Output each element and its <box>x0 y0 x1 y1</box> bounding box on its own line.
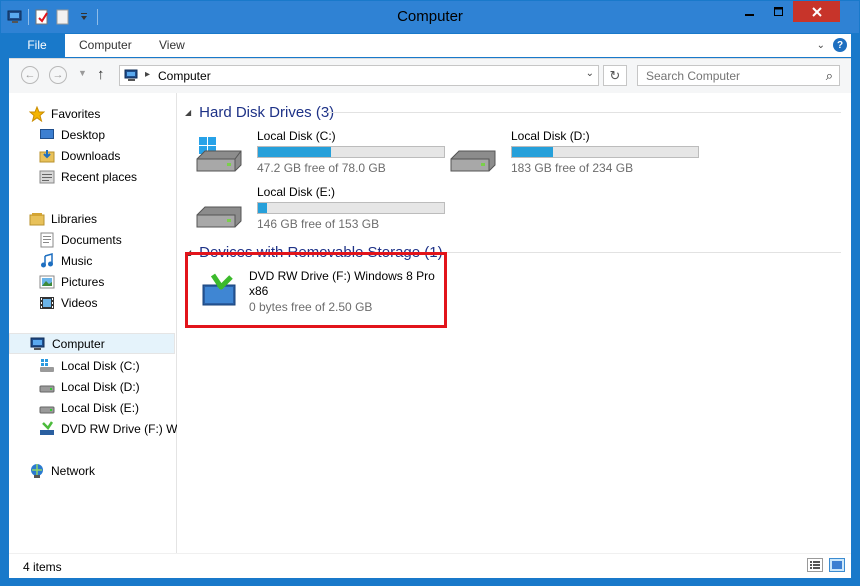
drive-item-c[interactable]: Local Disk (C:) 47.2 GB free of 78.0 GB <box>195 129 455 181</box>
sidebar-item-label: Recent places <box>61 169 138 184</box>
sidebar-item-label: Computer <box>52 336 105 351</box>
sidebar-item-label: Desktop <box>61 127 106 142</box>
navigation-bar: ← → ▼ ↑ ▸ Computer ⌄ ↻ ⌕ <box>9 58 851 93</box>
title-bar: Computer <box>1 1 859 33</box>
drive-icon <box>39 379 55 395</box>
dvd-drive-icon <box>39 420 55 437</box>
drive-free-space: 47.2 GB free of 78.0 GB <box>257 161 386 175</box>
status-bar: 4 items <box>9 553 851 578</box>
windows-drive-icon <box>39 358 55 374</box>
sidebar-item-label: Local Disk (D:) <box>61 379 140 394</box>
ribbon-controls: ⌄ ? <box>817 38 847 52</box>
highlight-box <box>185 252 447 328</box>
drive-name: Local Disk (D:) <box>511 129 590 143</box>
arrow-left-icon: ← <box>24 69 36 81</box>
drive-usage-fill <box>258 203 267 213</box>
desktop-icon <box>39 127 55 143</box>
drive-icon <box>195 193 245 233</box>
drive-usage-fill <box>258 147 332 157</box>
sidebar-item-computer[interactable]: Computer <box>9 333 175 354</box>
drive-usage-bar <box>257 146 445 158</box>
search-icon[interactable]: ⌕ <box>826 68 833 84</box>
details-view-icon[interactable] <box>807 558 823 572</box>
recent-locations-icon[interactable]: ▼ <box>78 68 87 78</box>
back-button[interactable]: ← <box>21 66 39 84</box>
drive-icon <box>39 400 55 416</box>
close-button[interactable] <box>793 1 840 22</box>
address-bar[interactable]: ▸ Computer ⌄ <box>119 65 599 86</box>
help-icon[interactable]: ? <box>833 38 847 52</box>
up-button[interactable]: ↑ <box>97 66 105 83</box>
drive-item-d[interactable]: Local Disk (D:) 183 GB free of 234 GB <box>449 129 709 181</box>
star-icon <box>28 105 46 122</box>
minimize-icon <box>744 13 754 16</box>
sidebar-item-favorites[interactable]: Favorites <box>9 103 196 124</box>
sidebar-item-network[interactable]: Network <box>9 460 196 481</box>
sidebar-item-label: Network <box>51 463 96 478</box>
sidebar-item-libraries[interactable]: Libraries <box>9 208 196 229</box>
ribbon-tabs: File Computer View ⌄ ? <box>9 34 851 57</box>
chevron-down-icon[interactable]: ⌄ <box>586 68 594 79</box>
windows-drive-icon <box>195 137 245 177</box>
explorer-window: Computer File Computer View ⌄ ? ← → ▼ ↑ … <box>0 0 860 586</box>
drive-usage-bar <box>257 202 445 214</box>
group-divider <box>427 252 841 253</box>
large-icons-view-icon[interactable] <box>829 558 845 572</box>
tab-view[interactable]: View <box>147 34 197 57</box>
refresh-button[interactable]: ↻ <box>603 65 627 86</box>
sidebar-item-label: Videos <box>61 295 98 310</box>
breadcrumb[interactable]: Computer <box>158 69 211 83</box>
drive-name: Local Disk (E:) <box>257 185 336 199</box>
group-header-hard-disks[interactable]: ◢ Hard Disk Drives (3) <box>185 101 334 123</box>
drive-item-e[interactable]: Local Disk (E:) 146 GB free of 153 GB <box>195 185 455 237</box>
maximize-button[interactable] <box>764 1 793 22</box>
search-input[interactable] <box>638 66 829 85</box>
sidebar-item-label: Music <box>61 253 93 268</box>
documents-icon <box>39 232 55 248</box>
window-title: Computer <box>397 8 463 25</box>
tab-file[interactable]: File <box>9 34 65 57</box>
group-divider <box>327 112 841 113</box>
sidebar-item-label: Pictures <box>61 274 105 289</box>
close-icon <box>811 6 822 17</box>
breadcrumb-chevron-icon[interactable]: ▸ <box>145 69 150 80</box>
group-label: Hard Disk Drives (3) <box>199 103 335 121</box>
tab-computer[interactable]: Computer <box>67 34 144 57</box>
downloads-icon <box>39 148 55 164</box>
libraries-icon <box>29 211 45 227</box>
drive-usage-bar <box>511 146 699 158</box>
pictures-icon <box>39 274 55 290</box>
videos-icon <box>39 295 55 311</box>
network-icon <box>29 463 45 479</box>
drive-name: Local Disk (C:) <box>257 129 336 143</box>
drive-icon <box>449 137 499 177</box>
collapse-caret-icon[interactable]: ◢ <box>185 108 191 117</box>
drive-usage-fill <box>512 147 553 157</box>
sidebar-item-label: DVD RW Drive (F:) Wir <box>61 421 185 436</box>
item-count: 4 items <box>23 560 62 574</box>
sidebar-item-label: Downloads <box>61 148 121 163</box>
drive-free-space: 183 GB free of 234 GB <box>511 161 634 175</box>
computer-icon <box>30 336 46 352</box>
recent-places-icon <box>39 169 55 185</box>
arrow-right-icon: → <box>52 69 64 81</box>
sidebar-item-label: Documents <box>61 232 122 247</box>
sidebar-item-label: Local Disk (E:) <box>61 400 140 415</box>
search-box: ⌕ <box>637 65 840 86</box>
view-switcher <box>807 558 845 572</box>
expand-ribbon-icon[interactable]: ⌄ <box>817 40 825 51</box>
computer-icon <box>124 69 140 86</box>
maximize-icon <box>773 6 783 16</box>
arrow-up-icon: ↑ <box>97 66 105 83</box>
refresh-icon: ↻ <box>609 67 621 83</box>
drive-free-space: 146 GB free of 153 GB <box>257 217 380 231</box>
minimize-button[interactable] <box>735 1 764 22</box>
navigation-pane: Favorites Desktop Downloads Recent place… <box>9 93 184 553</box>
forward-button[interactable]: → <box>49 66 67 84</box>
music-icon <box>39 252 55 269</box>
sidebar-item-label: Libraries <box>51 211 98 226</box>
sidebar-item-label: Local Disk (C:) <box>61 358 140 373</box>
sidebar-item-label: Favorites <box>51 106 101 121</box>
